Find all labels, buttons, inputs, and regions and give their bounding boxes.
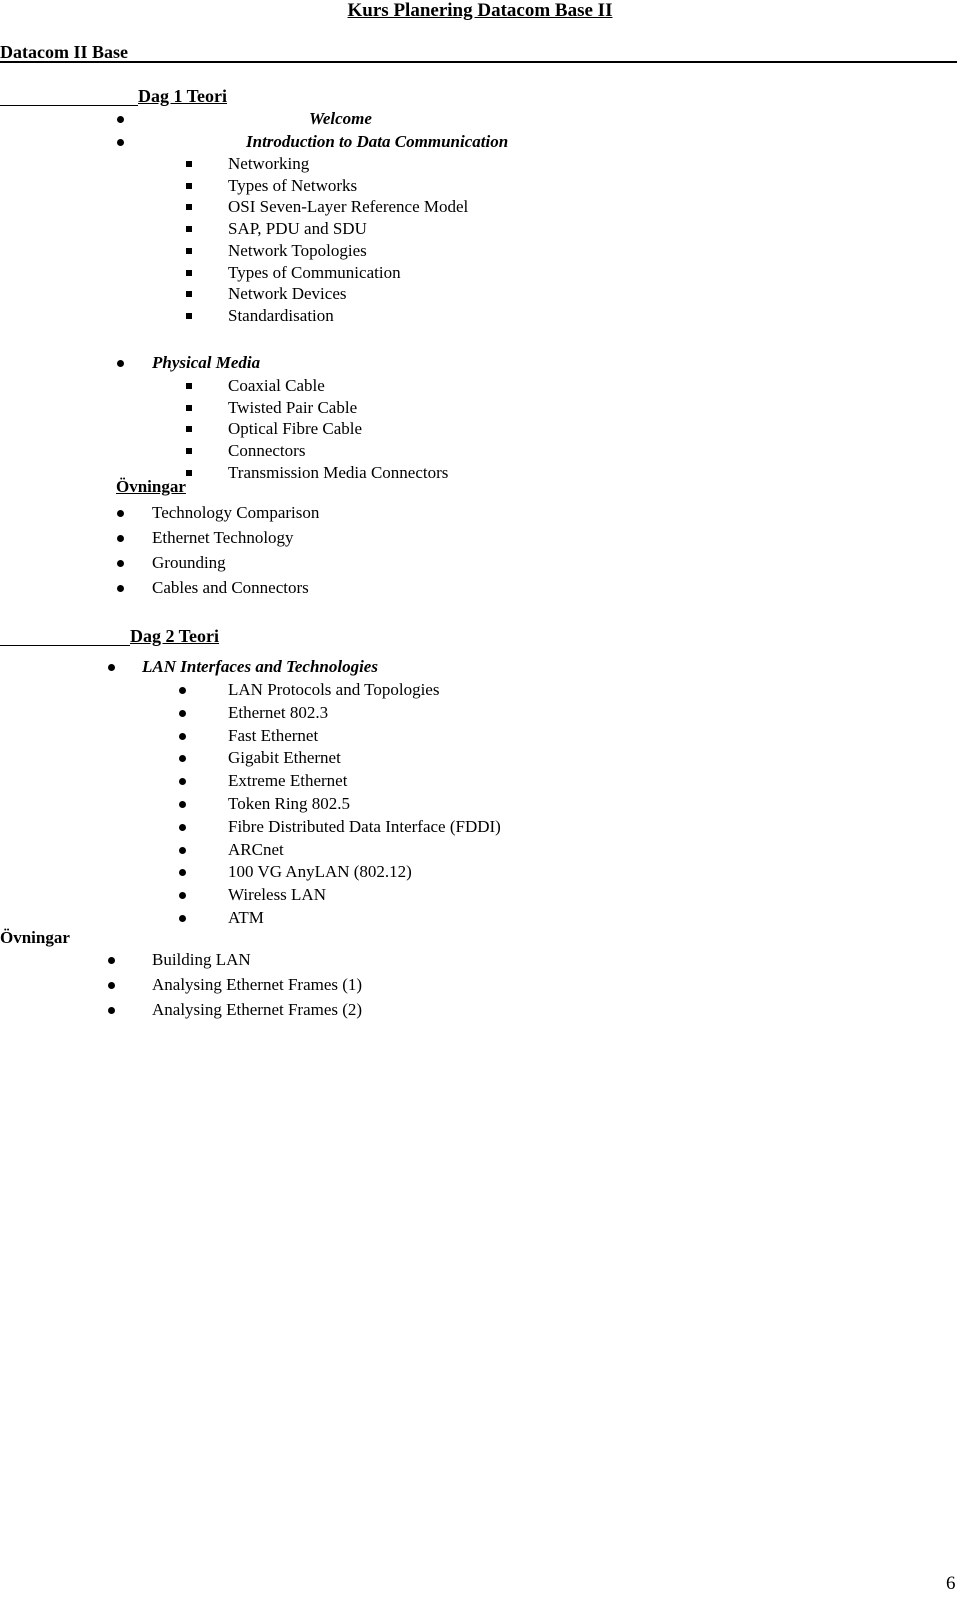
bullet-icon [117, 535, 124, 542]
bullet-icon [117, 510, 124, 517]
day1-heading-rule [0, 105, 138, 106]
exercise-item: Building LAN [152, 950, 251, 969]
day2-heading: Dag 2 Teori [130, 626, 220, 646]
square-bullet-icon [186, 247, 192, 254]
list-item: Types of Networks [228, 175, 358, 195]
square-bullet-icon [186, 404, 192, 411]
square-bullet-icon [186, 448, 192, 455]
bullet-icon [179, 709, 186, 717]
square-bullet-icon [186, 469, 192, 476]
bullet-icon [108, 957, 115, 964]
exercise-item: Analysing Ethernet Frames (1) [152, 975, 363, 994]
bullet-icon [179, 846, 186, 854]
page-number: 6 [946, 1573, 956, 1594]
bullet-icon [179, 869, 186, 877]
list-item: Fibre Distributed Data Interface (FDDI) [228, 816, 501, 836]
list-item: Twisted Pair Cable [228, 397, 358, 417]
bullet-icon [179, 892, 186, 900]
bullet-icon [179, 823, 186, 831]
bullet-icon [179, 732, 186, 740]
list-item: LAN Protocols and Topologies [228, 680, 440, 699]
list-item: Network Devices [228, 284, 347, 304]
course-underline [0, 61, 957, 63]
bullet-icon [108, 664, 115, 671]
bullet-icon [108, 1007, 115, 1014]
bullet-icon [117, 360, 124, 367]
day2-exercises-heading: Övningar [0, 928, 70, 947]
exercise-item: Technology Comparison [152, 503, 320, 522]
bullet-icon [117, 585, 124, 592]
exercise-item: Grounding [152, 553, 226, 572]
topic-intro-data-communication: Introduction to Data Communication [246, 132, 509, 151]
bullet-icon [179, 915, 186, 922]
list-item: Extreme Ethernet [228, 771, 348, 791]
exercise-item: Ethernet Technology [152, 528, 294, 547]
day1-exercises-heading: Övningar [116, 477, 186, 496]
square-bullet-icon [186, 312, 192, 319]
list-item: Ethernet 802.3 [228, 702, 329, 722]
list-item: Transmission Media Connectors [228, 462, 449, 482]
bullet-icon [179, 801, 186, 808]
square-bullet-icon [186, 204, 192, 211]
list-item: Optical Fibre Cable [228, 419, 363, 439]
list-item: Networking [228, 154, 310, 173]
bullet-icon [179, 755, 186, 763]
course-name: Datacom II Base [0, 42, 128, 62]
bullet-icon [117, 560, 124, 567]
list-item: 100 VG AnyLAN (802.12) [228, 862, 412, 882]
topic-welcome: Welcome [309, 109, 372, 128]
list-item: Coaxial Cable [228, 376, 325, 395]
bullet-icon [108, 982, 115, 989]
list-item: Connectors [228, 441, 306, 461]
list-item: SAP, PDU and SDU [228, 219, 367, 239]
square-bullet-icon [186, 182, 192, 189]
bullet-icon [179, 778, 186, 786]
day2-heading-rule [0, 645, 130, 646]
topic-lan-interfaces: LAN Interfaces and Technologies [142, 657, 378, 676]
square-bullet-icon [186, 226, 192, 233]
list-item: Token Ring 802.5 [228, 794, 351, 813]
exercise-item: Cables and Connectors [152, 578, 309, 597]
square-bullet-icon [186, 383, 192, 389]
list-item: Fast Ethernet [228, 725, 319, 745]
list-item: ATM [228, 908, 264, 927]
topic-physical-media: Physical Media [152, 353, 261, 372]
list-item: ARCnet [228, 839, 284, 859]
list-item: Wireless LAN [228, 885, 326, 905]
square-bullet-icon [186, 269, 192, 276]
list-item: Types of Communication [228, 262, 401, 282]
square-bullet-icon [186, 161, 192, 167]
list-item: Standardisation [228, 305, 334, 325]
list-item: Gigabit Ethernet [228, 748, 341, 768]
document-title: Kurs Planering Datacom Base II [347, 0, 613, 21]
bullet-icon [179, 687, 186, 694]
list-item: OSI Seven-Layer Reference Model [228, 197, 469, 217]
list-item: Network Topologies [228, 240, 367, 260]
bullet-icon [117, 116, 124, 123]
day1-heading: Dag 1 Teori [138, 86, 228, 106]
square-bullet-icon [186, 426, 192, 433]
bullet-icon [117, 139, 124, 146]
square-bullet-icon [186, 291, 192, 298]
exercise-item: Analysing Ethernet Frames (2) [152, 1000, 363, 1019]
